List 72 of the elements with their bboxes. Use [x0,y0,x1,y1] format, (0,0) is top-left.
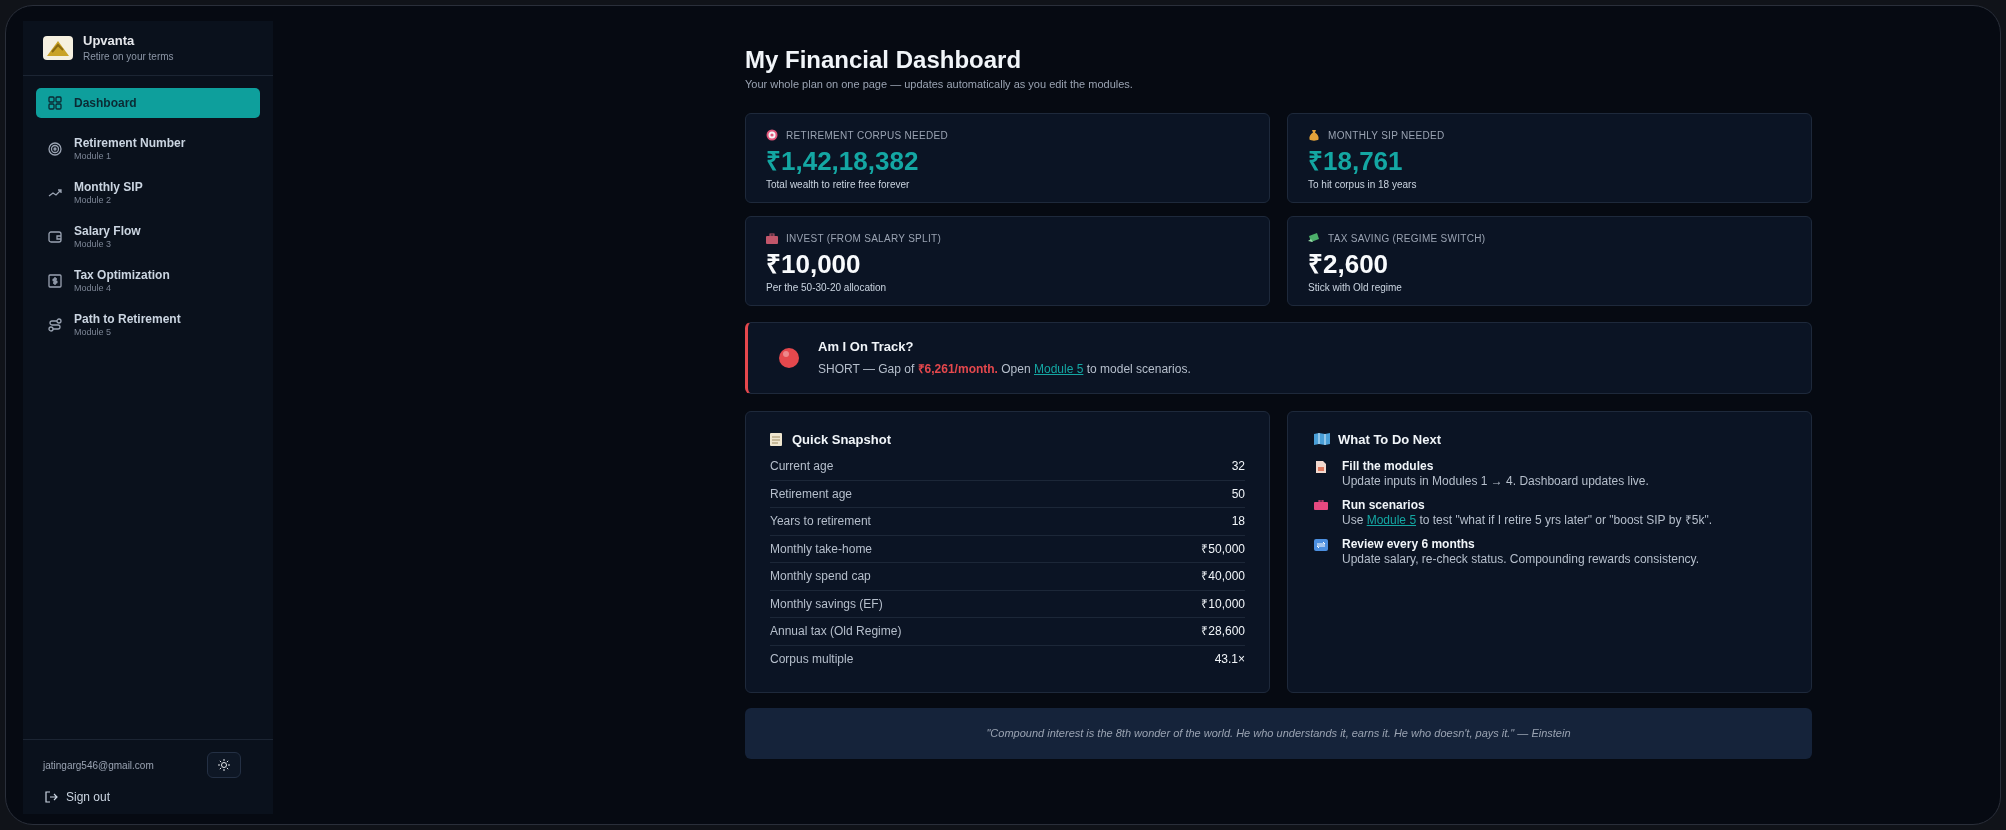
stat-label: RETIREMENT CORPUS NEEDED [786,128,949,143]
nav-item[interactable]: Path to Retirement Module 5 [36,312,260,338]
stat-value: ₹2,600 [1308,247,1390,280]
stat-label: MONTHLY SIP NEEDED [1328,128,1445,143]
status-title: Am I On Track? [818,338,915,357]
route-icon [48,318,62,332]
row-value: ₹10,000 [1201,595,1245,613]
row-label: Monthly take-home [770,540,873,558]
module-link[interactable]: Module 5 [1366,513,1417,527]
status-message: SHORT — Gap of ₹6,261/month. Open Module 5 to model scenarios. [818,360,1191,378]
stat-label: INVEST (FROM SALARY SPLIT) [786,231,942,246]
cash-icon [1308,232,1320,244]
stat-value: ₹1,42,18,382 [766,144,920,177]
row-label: Annual tax (Old Regime) [770,623,902,641]
page-subtitle: Your whole plan on one page — updates automatically as you edit the modules. [745,77,1134,92]
toolbox-icon [1314,500,1328,510]
dartboard-icon [766,129,778,141]
briefcase-icon [766,232,778,244]
target-icon [48,142,62,156]
logo-icon [43,36,73,60]
page-title: My Financial Dashboard [745,46,1023,74]
step-description: Use Module 5 to test "what if I retire 5 yrs later" or "boost SIP by ₹5k". [1342,513,1712,528]
row-value: ₹50,000 [1201,540,1245,558]
money-bag-icon [1308,129,1320,141]
row-value: 32 [1231,458,1245,476]
row-label: Monthly spend cap [770,568,871,586]
notepad-icon [770,432,782,446]
stat-value: ₹10,000 [766,247,862,280]
theme-toggle-button[interactable] [207,752,241,778]
stat-note: Stick with Old regime [1308,280,1403,295]
nav-item[interactable]: Tax Optimization Module 4 [36,268,260,294]
map-icon [1314,433,1330,446]
row-value: ₹40,000 [1201,568,1245,586]
step-description: Update salary, re-check status. Compounding rewards consistency. [1342,552,1700,567]
quote-text: "Compound interest is the 8th wonder of the world. He who understands it, earns it. He who doesn't, pays it." — Einstein [986,725,1571,741]
wallet-icon [48,230,62,244]
stat-note: Total wealth to retire free forever [766,177,911,192]
row-label: Current age [770,458,834,476]
brand-tagline: Retire on your terms [83,49,174,64]
row-value: ₹28,600 [1201,623,1245,641]
stat-note: Per the 50-30-20 allocation [766,280,888,295]
document-icon [1316,461,1326,473]
row-value: 50 [1231,485,1245,503]
stat-value: ₹18,761 [1308,144,1404,177]
row-label: Corpus multiple [770,651,854,669]
grid-icon [48,96,62,110]
sign-out-icon [45,791,58,803]
nav-item[interactable]: Retirement Number Module 1 [36,136,260,162]
nav-item[interactable]: Dashboard [36,88,260,118]
stat-note: To hit corpus in 18 years [1308,177,1418,192]
stat-label: TAX SAVING (REGIME SWITCH) [1328,231,1486,246]
card-title: What To Do Next [1338,430,1442,449]
nav-item[interactable]: Monthly SIP Module 2 [36,180,260,206]
sign-out-button[interactable]: Sign out [43,788,253,806]
step-title: Run scenarios [1342,498,1426,513]
sun-icon [218,759,230,771]
user-email: jatingarg546@gmail.com [43,758,154,773]
dollar-icon [48,274,62,288]
row-label: Years to retirement [770,513,871,531]
row-value: 18 [1231,513,1245,531]
step-description: Update inputs in Modules 1 → 4. Dashboard updates live. [1342,474,1649,489]
repeat-icon [1314,539,1328,551]
card-title: Quick Snapshot [792,430,891,449]
step-title: Fill the modules [1342,459,1435,474]
status-dot-icon [778,346,800,369]
nav-item[interactable]: Salary Flow Module 3 [36,224,260,250]
brand-name: Upvanta [83,32,136,49]
row-value: 43.1× [1214,651,1245,669]
row-label: Retirement age [770,485,853,503]
row-label: Monthly savings (EF) [770,595,883,613]
step-title: Review every 6 months [1342,537,1476,552]
module-link[interactable]: Module 5 [1034,361,1084,376]
